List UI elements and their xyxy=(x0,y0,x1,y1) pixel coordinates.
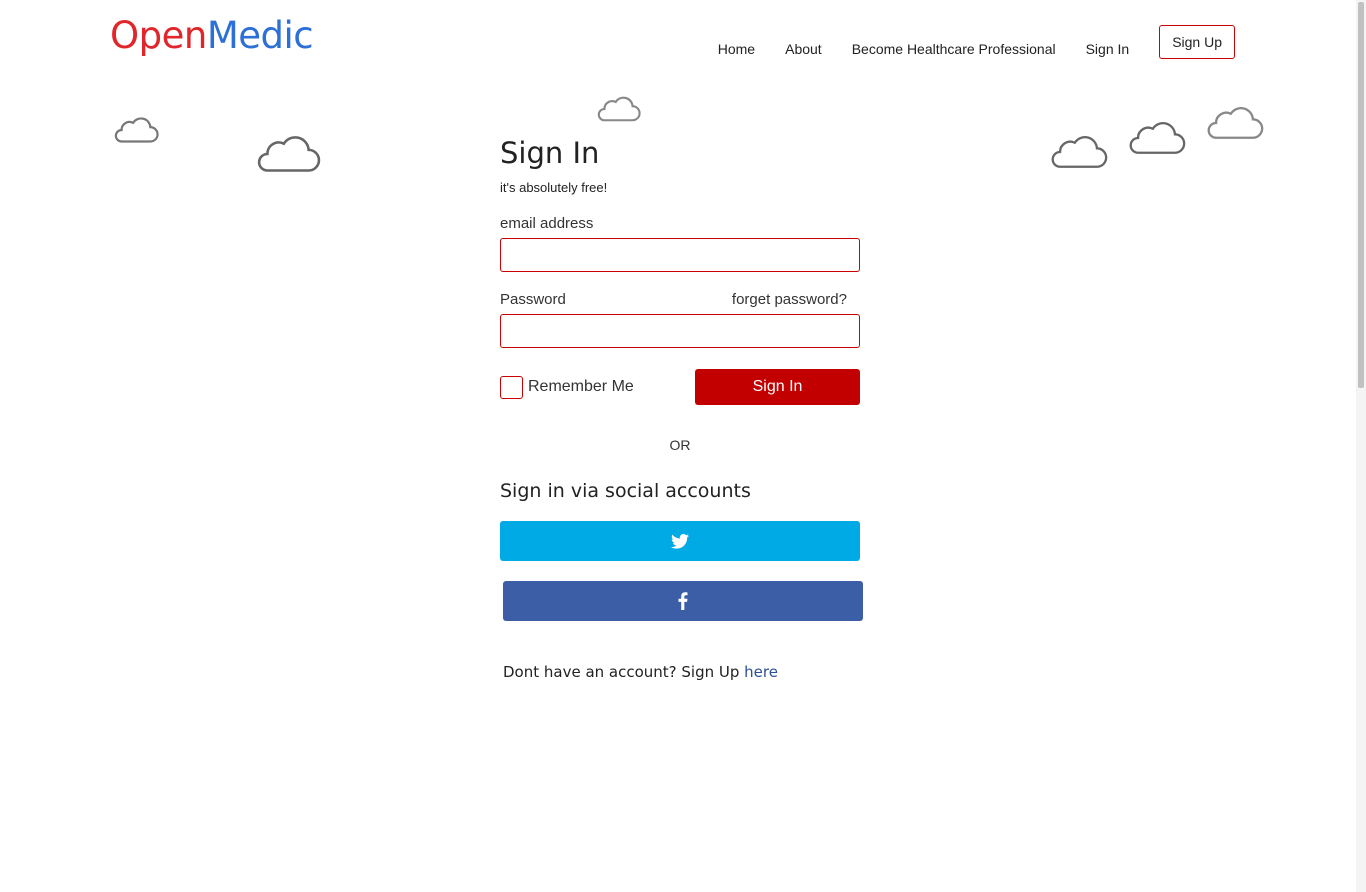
facebook-signin-button[interactable] xyxy=(503,581,863,621)
signin-form: Sign In it's absolutely free! email addr… xyxy=(500,136,863,681)
forget-password-link[interactable]: forget password? xyxy=(732,291,847,308)
signup-here-link[interactable]: here xyxy=(744,663,778,681)
password-field[interactable] xyxy=(500,314,860,348)
email-field[interactable] xyxy=(500,238,860,272)
logo-medic: Medic xyxy=(206,14,314,57)
cloud-icon xyxy=(1051,136,1108,168)
remember-me[interactable]: Remember Me xyxy=(500,375,634,399)
password-label-row: Password forget password? xyxy=(500,291,860,308)
or-divider: OR xyxy=(669,437,691,453)
social-signin-title: Sign in via social accounts xyxy=(500,480,751,502)
signin-button[interactable]: Sign In xyxy=(695,369,860,405)
nav-home-link[interactable]: Home xyxy=(718,28,755,57)
signup-prompt: Dont have an account? Sign Up here xyxy=(503,663,860,681)
form-actions: Remember Me Sign In xyxy=(500,369,860,405)
signup-prompt-text: Dont have an account? Sign Up xyxy=(503,663,745,681)
nav-become-professional-link[interactable]: Become Healthcare Professional xyxy=(852,28,1056,57)
email-label: email address xyxy=(500,215,594,232)
cloud-icon xyxy=(597,96,641,122)
twitter-signin-button[interactable] xyxy=(500,521,860,561)
remember-me-checkbox[interactable] xyxy=(500,375,523,399)
nav-signup-button[interactable]: Sign Up xyxy=(1159,25,1235,59)
cloud-icon xyxy=(1129,122,1186,154)
remember-me-label: Remember Me xyxy=(528,378,634,395)
cloud-icon xyxy=(1207,107,1264,139)
cloud-icon xyxy=(257,136,321,172)
top-nav: Home About Become Healthcare Professiona… xyxy=(688,25,1235,59)
logo[interactable]: OpenMedic xyxy=(110,14,314,57)
page-title: Sign In xyxy=(500,136,600,170)
page-subtitle: it's absolutely free! xyxy=(500,180,608,195)
page-scrollbar[interactable] xyxy=(1356,0,1366,892)
facebook-icon xyxy=(678,592,688,610)
nav-about-link[interactable]: About xyxy=(785,28,822,57)
logo-open: Open xyxy=(110,14,207,57)
scrollbar-thumb[interactable] xyxy=(1358,2,1364,388)
password-label: Password xyxy=(500,291,566,308)
twitter-icon xyxy=(671,533,689,549)
cloud-icon xyxy=(114,117,159,143)
nav-signin-link[interactable]: Sign In xyxy=(1086,28,1130,57)
